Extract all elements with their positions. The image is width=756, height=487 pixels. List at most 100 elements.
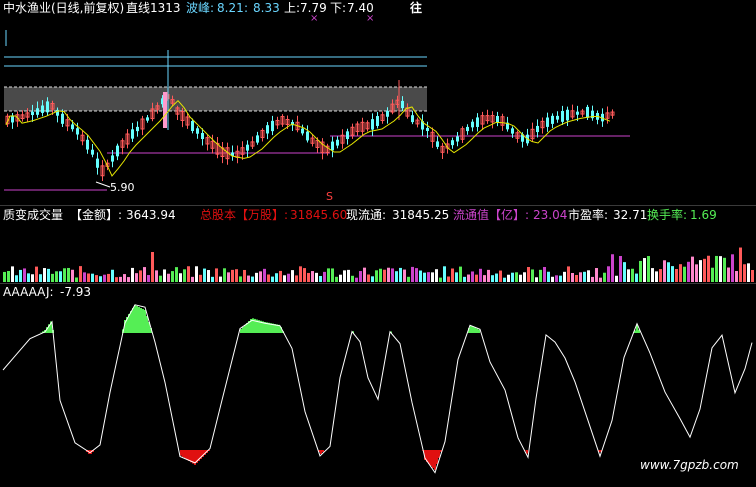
volume-bar (551, 276, 554, 282)
volume-bar (103, 274, 106, 282)
volume-bar (143, 267, 146, 282)
volume-bar (199, 274, 202, 282)
volume-bar (351, 275, 354, 282)
volume-bar (491, 275, 494, 282)
volume-bar (647, 256, 650, 282)
volume-bar (231, 269, 234, 282)
j-label: J: (46, 285, 54, 299)
low-price-annotation: 5.90 (110, 181, 135, 194)
volume-bar (287, 273, 290, 282)
volume-bar (575, 275, 578, 282)
candle-body-down (201, 132, 204, 140)
candle-body-down (116, 145, 119, 157)
candle-body-down (31, 111, 34, 116)
volume-bar (187, 266, 190, 282)
volume-bar (719, 256, 722, 282)
volume-bar (151, 252, 154, 282)
volume-bar (375, 270, 378, 282)
volume-bar (607, 266, 610, 282)
volume-bar (91, 273, 94, 282)
volume-bar (527, 267, 530, 282)
low-pointer (95, 181, 111, 188)
candle-body-down (456, 136, 459, 142)
volume-bar (595, 268, 598, 282)
volume-bar (639, 260, 642, 282)
volume-bar (179, 273, 182, 282)
volume-bar (587, 270, 590, 282)
chart-canvas[interactable] (0, 0, 756, 487)
volume-bar (335, 276, 338, 282)
volume-bar (51, 273, 54, 282)
volume-panel (3, 247, 754, 282)
volume-bar (367, 274, 370, 282)
volume-bar (135, 273, 138, 282)
candle-body-down (556, 115, 559, 120)
volume-bar (319, 275, 322, 282)
volume-bar (603, 272, 606, 282)
volume-bar (715, 255, 718, 282)
candle-body-down (271, 120, 274, 132)
volume-bar (751, 269, 754, 282)
volume-bar (699, 260, 702, 282)
volume-bar (475, 274, 478, 282)
volume-bar (567, 266, 570, 282)
volume-bar (535, 277, 538, 282)
volume-bar (87, 273, 90, 282)
candle-body-down (551, 115, 554, 124)
volume-bar (615, 275, 618, 282)
volume-bar (359, 271, 362, 282)
candle-body-down (336, 139, 339, 146)
volume-bar (315, 272, 318, 282)
candle-body-down (71, 124, 74, 130)
volume-bar (127, 277, 130, 282)
candle-body-down (331, 141, 334, 151)
volume-bar (667, 262, 670, 282)
volume-bar (643, 258, 646, 282)
volume-bar (59, 271, 62, 282)
volume-bar (455, 272, 458, 282)
volume-bar (663, 260, 666, 282)
volume-bar (627, 269, 630, 282)
volume-bar (443, 266, 446, 282)
volume-bar (27, 273, 30, 282)
volume-bar (55, 271, 58, 282)
volume-bar (427, 272, 430, 282)
volume-bar (267, 274, 270, 282)
candle-body-down (301, 128, 304, 134)
j-value: -7.93 (60, 285, 92, 299)
pe-label: 市盈率: (568, 208, 609, 222)
volume-bar (371, 276, 374, 282)
separator-volume-indicator (0, 283, 756, 284)
candle-body-down (86, 139, 89, 150)
candle-body-down (411, 115, 414, 123)
volume-bar (211, 276, 214, 282)
volume-bar (391, 268, 394, 282)
candle-body-down (306, 131, 309, 141)
volume-bar (195, 266, 198, 282)
j-line (2, 304, 753, 474)
volume-bar (147, 275, 150, 282)
volume-bar (203, 268, 206, 282)
candle-body-down (561, 110, 564, 122)
volume-bar (35, 266, 38, 282)
volume-bar (399, 267, 402, 282)
volume-bar (131, 267, 134, 282)
volume-bar (31, 274, 34, 282)
volume-bar (255, 272, 258, 282)
volume-bar (323, 271, 326, 282)
volume-bar (727, 267, 730, 282)
turnover-value: 1.69 (690, 208, 717, 222)
volume-bar (215, 268, 218, 282)
volume-bar (291, 270, 294, 282)
sell-marker: S (326, 190, 333, 203)
volume-bar (251, 276, 254, 282)
volume-bar (259, 271, 262, 282)
volume-bar (115, 277, 118, 282)
candle-body-down (471, 121, 474, 128)
volume-bar (479, 268, 482, 282)
volume-bar (75, 277, 78, 282)
volume-bar (671, 266, 674, 282)
volume-bar (431, 272, 434, 282)
spike-candle-body (163, 92, 167, 128)
volume-bar (583, 271, 586, 282)
